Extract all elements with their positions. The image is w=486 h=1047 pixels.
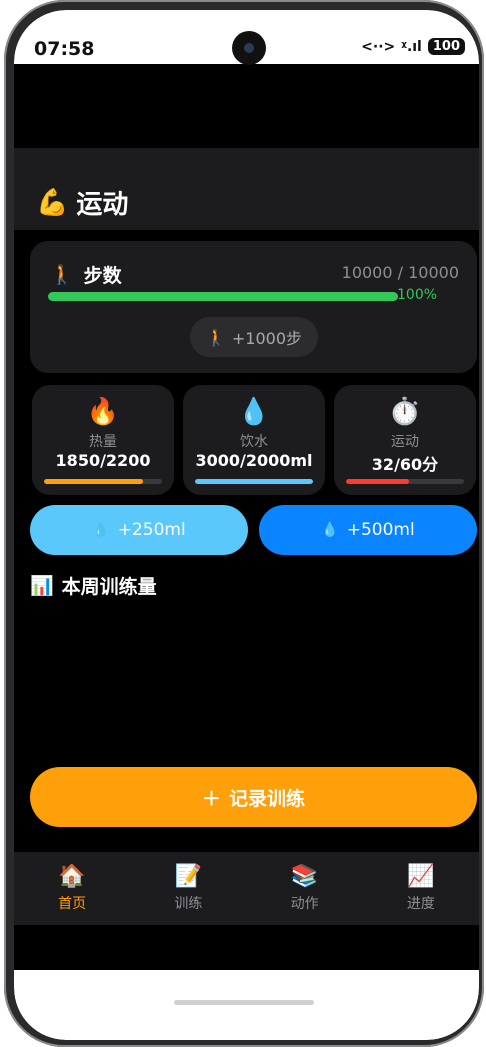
memo-icon: 📝	[174, 864, 203, 889]
house-icon: 🏠	[58, 864, 86, 889]
water-value: 3000/2000ml	[195, 451, 313, 470]
record-workout-label: 记录训练	[229, 787, 306, 810]
add-500ml-label: +500ml	[346, 520, 415, 540]
status-bar: 07:58 <··> ᵡ.ıl 100	[14, 10, 479, 65]
data-transfer-icon: <··>	[361, 38, 396, 55]
tab-exercises-label: 动作	[290, 896, 319, 912]
books-icon: 📚	[290, 864, 319, 889]
exercise-progress-fill	[346, 479, 409, 484]
calories-progress-fill	[44, 479, 144, 484]
tab-bar: 🏠 首页 📝 训练 📚 动作 📈 进度	[14, 852, 479, 925]
add-250ml-label: +250ml	[117, 520, 186, 540]
exercise-progress-track	[346, 479, 464, 484]
stopwatch-icon: ⏱️	[388, 397, 422, 427]
tab-home-label: 首页	[58, 896, 87, 912]
water-progress-fill	[195, 479, 313, 484]
plus-icon: ＋	[201, 787, 221, 810]
add-500ml-button[interactable]: 💧 +500ml	[259, 505, 477, 555]
signal-icon: ᵡ.ıl	[401, 38, 422, 55]
steps-card: 🚶 步数 10000 / 10000 100% 🚶 +1000步	[30, 241, 477, 373]
tab-exercises[interactable]: 📚 动作	[247, 852, 363, 925]
walking-icon: 🚶	[50, 264, 74, 286]
tab-training[interactable]: 📝 训练	[130, 852, 246, 925]
droplet-icon: 💧	[92, 522, 110, 538]
calories-card: 🔥 热量 1850/2200	[32, 385, 174, 495]
home-indicator[interactable]	[174, 1000, 314, 1005]
tab-progress-label: 进度	[406, 896, 435, 912]
water-card: 💧 饮水 3000/2000ml	[183, 385, 325, 495]
status-icons: <··> ᵡ.ıl 100	[361, 38, 465, 55]
calories-label: 热量	[89, 434, 117, 450]
page-title-text: 运动	[76, 190, 129, 220]
steps-value: 10000 / 10000	[341, 263, 459, 282]
droplet-icon: 💧	[237, 397, 271, 427]
exercise-card: ⏱️ 运动 32/60分	[334, 385, 476, 495]
tab-progress[interactable]: 📈 进度	[363, 852, 479, 925]
calories-progress-track	[44, 479, 162, 484]
phone-frame: 07:58 <··> ᵡ.ıl 100 💪 运动 🚶 步数 10000 / 10…	[4, 0, 484, 1047]
weekly-volume-text: 本周训练量	[61, 576, 157, 598]
water-progress-track	[195, 479, 313, 484]
bar-chart-icon: 📊	[30, 575, 54, 597]
water-label: 饮水	[240, 434, 268, 450]
steps-progress-percent: 100%	[397, 287, 438, 303]
steps-label: 🚶 步数	[50, 261, 122, 288]
battery-icon: 100	[427, 38, 465, 55]
record-workout-button[interactable]: ＋ 记录训练	[30, 767, 477, 827]
home-indicator-area	[14, 970, 479, 1040]
fire-icon: 🔥	[86, 397, 120, 427]
weekly-volume-title: 📊 本周训练量	[30, 572, 157, 599]
add-250ml-button[interactable]: 💧 +250ml	[30, 505, 248, 555]
screen: 07:58 <··> ᵡ.ıl 100 💪 运动 🚶 步数 10000 / 10…	[14, 10, 479, 1040]
tab-home[interactable]: 🏠 首页	[14, 852, 130, 925]
steps-progress-bar	[48, 292, 398, 301]
walking-icon: 🚶	[205, 327, 226, 347]
add-steps-button[interactable]: 🚶 +1000步	[190, 317, 318, 357]
tab-training-label: 训练	[174, 896, 203, 912]
calories-value: 1850/2200	[55, 451, 151, 470]
chart-increasing-icon: 📈	[407, 864, 435, 889]
steps-label-text: 步数	[83, 265, 122, 287]
page-title: 💪 运动	[36, 184, 128, 221]
status-time: 07:58	[34, 38, 95, 60]
add-steps-label: +1000步	[231, 329, 303, 348]
droplet-icon: 💧	[321, 522, 339, 538]
front-camera	[232, 31, 266, 65]
flexed-arm-icon: 💪	[36, 187, 69, 218]
exercise-value: 32/60分	[371, 455, 439, 474]
exercise-label: 运动	[391, 434, 419, 450]
